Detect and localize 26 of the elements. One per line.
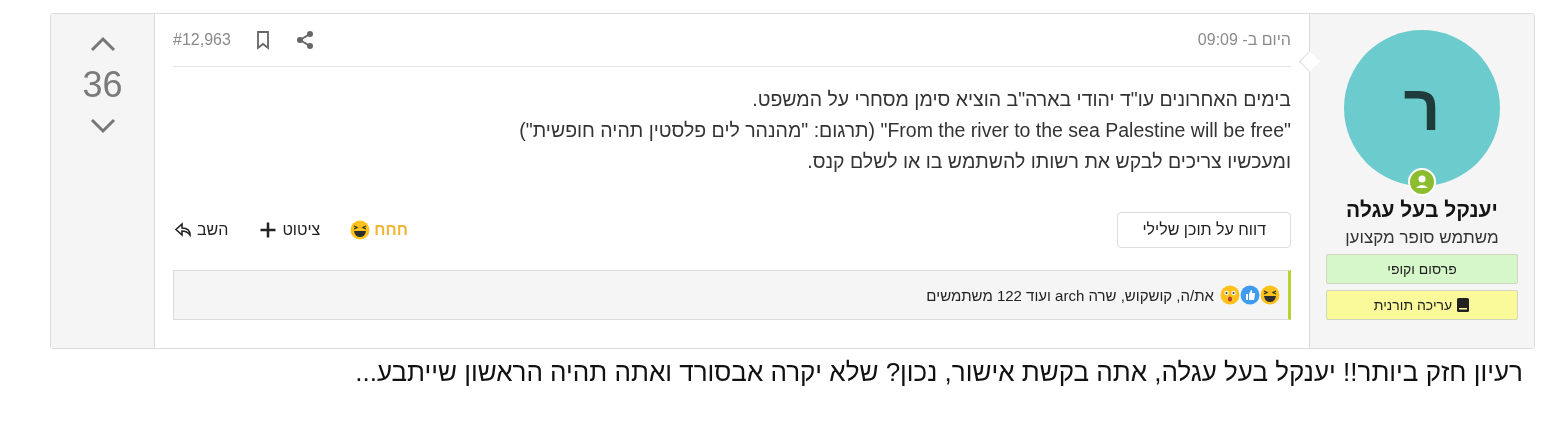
book-icon (1456, 297, 1471, 313)
avatar[interactable]: ר (1344, 30, 1500, 186)
laughing-emoji-icon (1260, 285, 1280, 305)
share-icon[interactable] (294, 30, 315, 50)
comment-text: רעיון חזק ביותר!! יענקל בעל עגלה, אתה בקשת אישור, נכון? שלא יקרה אבסורד ואתה תהיה הראשון שייתבע... (354, 356, 1524, 388)
reactions-summary[interactable]: את/ה, קושקוש, שרה arch ועוד 122 משתמשים (926, 286, 1214, 304)
vote-count: 36 (82, 64, 123, 106)
post-text-line: בימים האחרונים עו"ד יהודי בארה"ב הוציא סימן מסחרי על המשפט. (751, 87, 1291, 112)
plus-icon (258, 220, 279, 240)
report-button[interactable]: דווח על תוכן שלילי (1117, 212, 1291, 248)
post-number[interactable]: #12,963 (173, 31, 231, 49)
post-date[interactable]: היום ב- 09:09 (1197, 31, 1291, 49)
badge-label: פרסום וקופי (1387, 261, 1457, 277)
post-text-line: "From the river to the sea Palestine will be free" (תרגום: "מהנהר לים פלסטין תהיה חופשית") (518, 118, 1291, 143)
post-text-line: ומעכשיו צריכים לבקש את רשותו להשתמש בו או לשלם קנס. (806, 149, 1291, 174)
quote-button[interactable]: ציטוט (258, 220, 321, 240)
thumbs-up-icon (1240, 285, 1260, 305)
downvote-icon[interactable] (88, 116, 117, 136)
user-title: משתמש סופר מקצוען (1345, 228, 1499, 248)
reply-button[interactable]: השב (173, 220, 229, 240)
author-name[interactable]: יענקל בעל עגלה (1346, 198, 1498, 222)
badge-label: עריכה תורנית (1373, 297, 1453, 313)
reply-icon (173, 220, 193, 240)
upvote-icon[interactable] (88, 34, 117, 54)
laughing-emoji-icon (350, 220, 371, 240)
surprised-emoji-icon (1220, 285, 1240, 305)
